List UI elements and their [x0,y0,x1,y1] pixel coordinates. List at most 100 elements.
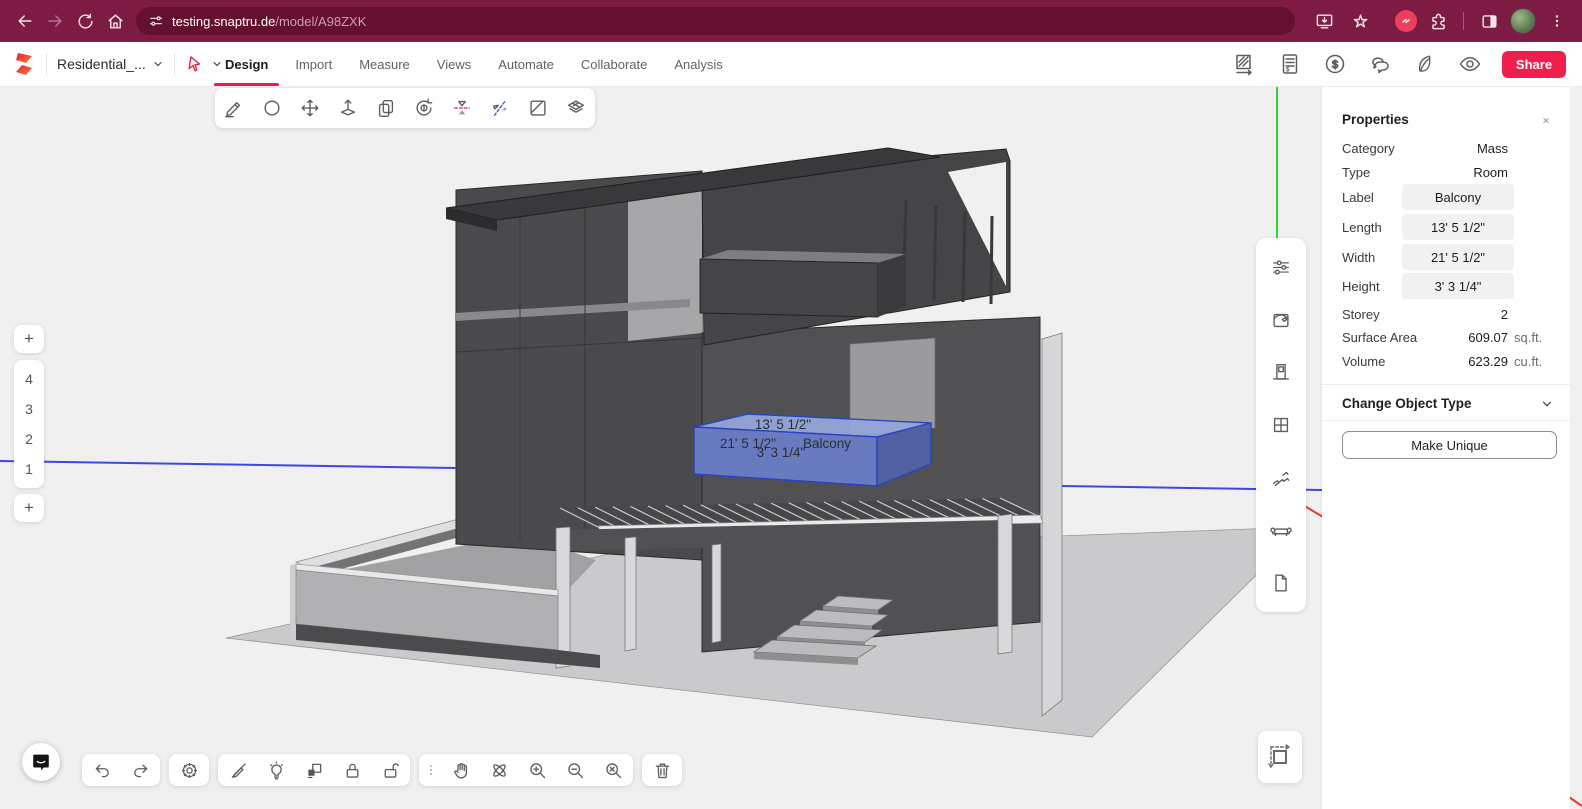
length-input[interactable] [1402,214,1514,240]
width-input[interactable] [1402,244,1514,270]
snaptrude-extension-icon[interactable] [1395,10,1417,32]
install-app-icon[interactable] [1309,6,1339,36]
2d-3d-toggle[interactable] [1258,731,1302,783]
mirror-icon[interactable] [485,93,515,123]
rotate-icon[interactable] [409,93,439,123]
tab-import[interactable]: Import [295,42,332,86]
height-input[interactable] [1402,273,1514,299]
door-icon[interactable] [1266,357,1296,387]
push-pull-icon[interactable] [333,93,363,123]
storey-4[interactable]: 4 [14,364,44,394]
tab-collaborate[interactable]: Collaborate [581,42,648,86]
staircase-icon[interactable] [1266,463,1296,493]
views-page-icon[interactable] [1266,568,1296,598]
unlock-icon[interactable] [375,755,405,785]
cost-icon[interactable]: $ [1322,51,1348,77]
settings-group [169,754,209,786]
side-panel-icon[interactable] [1474,6,1504,36]
lock-icon[interactable] [337,755,367,785]
tab-automate[interactable]: Automate [498,42,554,86]
undo-redo-group [82,754,160,786]
select-tool-dropdown[interactable] [185,54,223,74]
property-row-storey: Storey 2 [1342,306,1508,322]
split-face-icon[interactable] [523,93,553,123]
storey-copy-icon[interactable] [299,755,329,785]
snaptrude-logo[interactable] [12,51,36,77]
browser-profile-avatar[interactable] [1510,8,1536,34]
redo-icon[interactable] [125,755,155,785]
main-menu: Design Import Measure Views Automate Col… [213,42,723,86]
tab-analysis[interactable]: Analysis [674,42,722,86]
storey-selector: 4 3 2 1 [14,360,44,488]
materials-paint-icon[interactable] [1266,305,1296,335]
window-icon[interactable] [1266,410,1296,440]
browser-reload-icon[interactable] [70,6,100,36]
draw-pencil-icon[interactable] [219,93,249,123]
dim-length-label: 13' 5 1/2" [755,417,811,432]
label-input[interactable] [1402,184,1514,210]
properties-panel: Properties Category Mass Type Room Label… [1322,86,1570,809]
property-row-volume: Volume 623.29 cu.ft. [1342,353,1543,369]
change-object-type-section[interactable]: Change Object Type [1342,396,1554,411]
zoom-out-icon[interactable] [560,755,590,785]
chevron-down-icon [1542,401,1552,407]
properties-title: Properties [1342,112,1409,127]
copy-icon[interactable] [371,93,401,123]
delete-trash-icon[interactable] [647,755,677,785]
tab-design[interactable]: Design [213,42,280,86]
draw-circle-icon[interactable] [257,93,287,123]
chevron-down-icon [154,62,162,67]
area-takeoff-icon[interactable] [1232,51,1258,77]
extensions-puzzle-icon[interactable] [1423,6,1453,36]
object-name-label: Balcony [803,436,851,451]
settings-gear-icon[interactable] [174,755,204,785]
move-icon[interactable] [295,93,325,123]
zoom-in-icon[interactable] [522,755,552,785]
project-name-dropdown[interactable]: Residential_... [57,56,164,72]
browser-forward-icon[interactable] [40,6,70,36]
visibility-eye-icon[interactable] [1457,51,1483,77]
view-extent-icon [1268,744,1290,768]
furniture-icon[interactable] [1266,515,1296,545]
orbit-icon[interactable] [484,755,514,785]
tab-measure[interactable]: Measure [359,42,410,86]
bottom-toolbar [82,754,682,786]
drag-handle-icon[interactable] [424,755,438,785]
boq-icon[interactable]: $ [1277,51,1303,77]
material-icon[interactable] [561,93,591,123]
light-bulb-icon[interactable] [261,755,291,785]
property-row-label: Label [1342,184,1556,210]
browser-home-icon[interactable] [100,6,130,36]
flip-vertical-icon[interactable] [447,93,477,123]
add-storey-below-button[interactable]: + [14,494,44,522]
draw-tool-palette [215,88,595,128]
comments-icon[interactable] [1367,51,1393,77]
tab-views[interactable]: Views [437,42,471,86]
storey-1[interactable]: 1 [14,454,44,484]
site-settings-icon[interactable] [148,13,164,29]
property-row-surface-area: Surface Area 609.07 sq.ft. [1342,329,1543,345]
property-row-height: Height [1342,273,1556,299]
browser-chrome: testing.snaptru.de/model/A98ZXK [0,0,1582,42]
support-chat-button[interactable] [22,743,60,781]
bookmark-star-icon[interactable] [1345,6,1375,36]
browser-back-icon[interactable] [10,6,40,36]
add-storey-above-button[interactable]: + [14,325,44,353]
undo-icon[interactable] [87,755,117,785]
sustainability-leaf-icon[interactable] [1412,51,1438,77]
close-icon[interactable] [1536,110,1556,130]
share-button[interactable]: Share [1502,50,1566,78]
snaptrude-app-window: { "browser": { "url_host": "testing.snap… [0,0,1582,809]
address-bar[interactable]: testing.snaptru.de/model/A98ZXK [136,7,1295,35]
zoom-extents-icon[interactable] [598,755,628,785]
delete-group [642,754,682,786]
browser-menu-kebab-icon[interactable] [1542,6,1572,36]
visibility-lock-group [218,754,410,786]
storey-2[interactable]: 2 [14,424,44,454]
adjust-sliders-icon[interactable] [1266,252,1296,282]
storey-3[interactable]: 3 [14,394,44,424]
chevron-down-icon [213,62,221,67]
pan-hand-icon[interactable] [446,755,476,785]
make-unique-button[interactable]: Make Unique [1342,431,1557,459]
pencil-off-icon[interactable] [223,755,253,785]
